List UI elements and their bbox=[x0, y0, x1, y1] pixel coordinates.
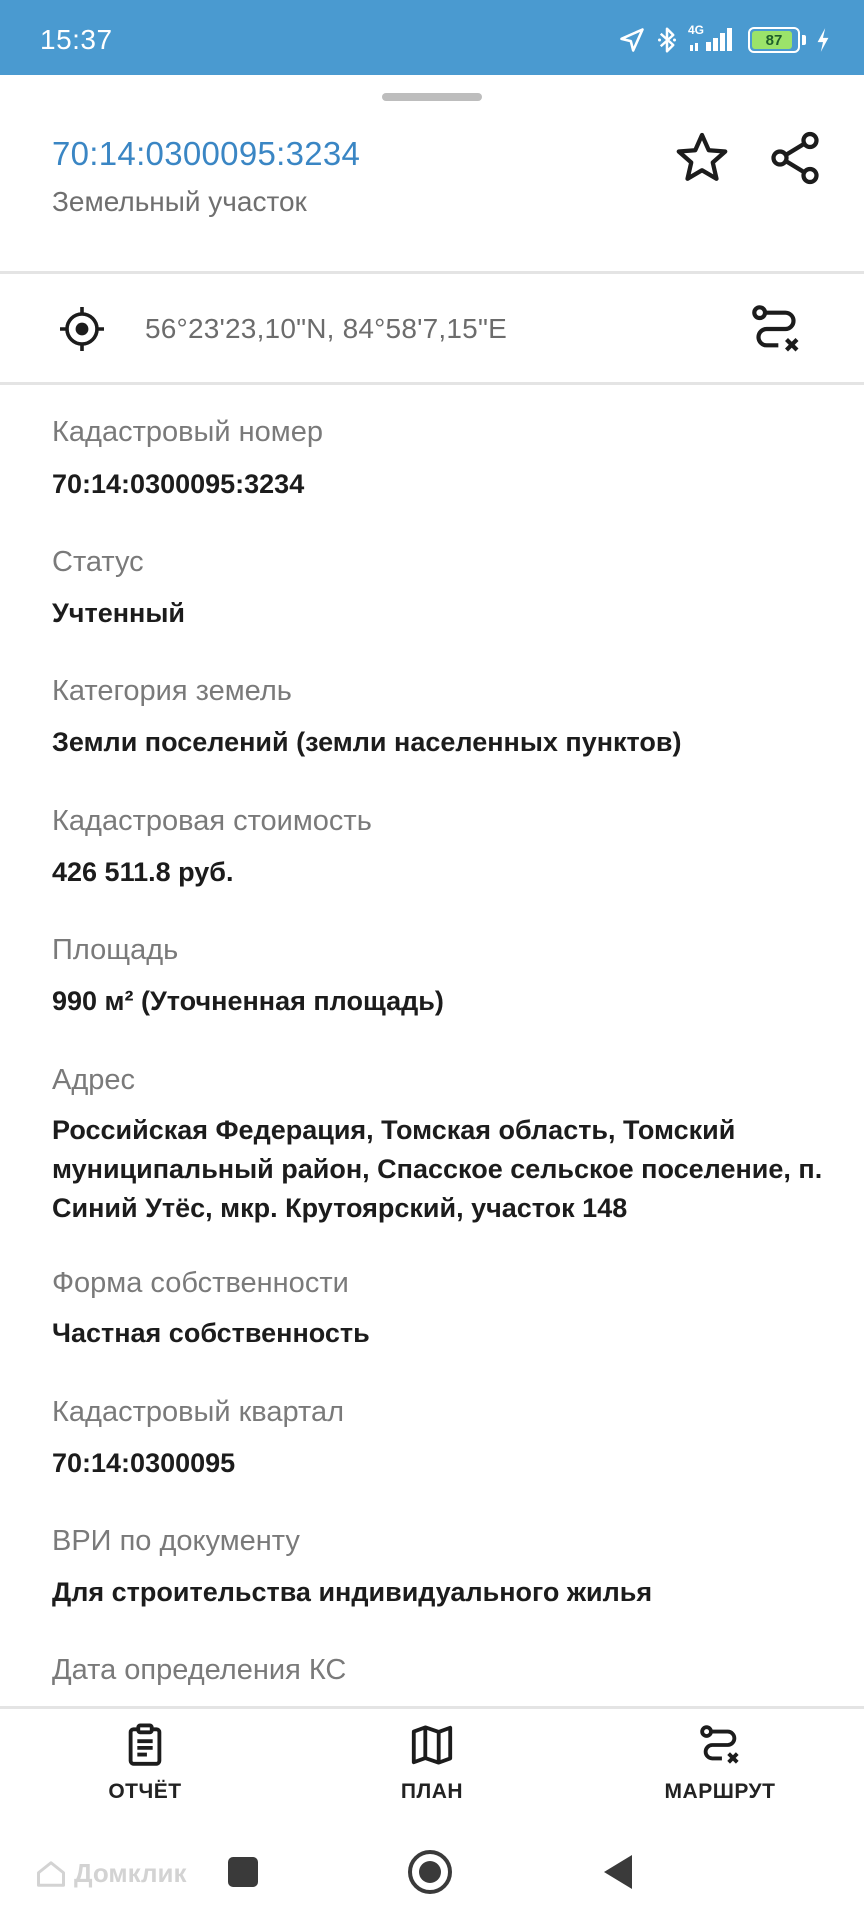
field-label: Адрес bbox=[52, 1064, 136, 1096]
share-button[interactable] bbox=[765, 128, 825, 188]
sheet-drag-handle[interactable] bbox=[382, 93, 482, 101]
watermark: Домклик bbox=[36, 1858, 186, 1889]
crosshair-icon bbox=[60, 307, 104, 351]
signal-icon: 4G bbox=[688, 23, 738, 55]
clipboard-icon bbox=[128, 1723, 162, 1766]
route-button[interactable] bbox=[748, 301, 804, 357]
route-toolbar-button[interactable]: МАРШРУТ bbox=[655, 1722, 785, 1817]
share-icon bbox=[771, 131, 819, 185]
field-label: Категория земель bbox=[52, 675, 292, 707]
plan-button[interactable]: ПЛАН bbox=[382, 1722, 482, 1817]
coordinates-text[interactable]: 56°23'23,10"N, 84°58'7,15"E bbox=[145, 313, 507, 345]
field-label: ВРИ по документу bbox=[52, 1525, 300, 1557]
recent-apps-button[interactable] bbox=[228, 1857, 258, 1887]
field-label: Кадастровая стоимость bbox=[52, 805, 372, 837]
field-value[interactable]: 70:14:0300095 bbox=[52, 1443, 852, 1483]
coordinates-divider bbox=[0, 382, 864, 385]
field-value: Учтенный bbox=[52, 598, 185, 628]
route-icon bbox=[752, 305, 799, 352]
status-time: 15:37 bbox=[40, 24, 113, 55]
field-label: Статус bbox=[52, 546, 144, 578]
field-label: Кадастровый номер bbox=[52, 416, 323, 448]
field-value: Для строительства индивидуального жилья bbox=[52, 1577, 653, 1607]
route-label: МАРШРУТ bbox=[664, 1780, 776, 1803]
status-bar: 15:37 4G 87 bbox=[0, 0, 864, 75]
field-label: Кадастровый квартал bbox=[52, 1396, 345, 1428]
field-value: Российская Федерация, Томская область, Т… bbox=[52, 1115, 823, 1223]
field-label: Площадь bbox=[52, 934, 179, 966]
field-label: Форма собственности bbox=[52, 1267, 349, 1299]
report-button[interactable]: ОТЧЁТ bbox=[95, 1722, 195, 1817]
field-value[interactable]: 70:14:0300095:3234 bbox=[52, 464, 852, 504]
locate-button[interactable] bbox=[58, 305, 106, 353]
toolbar-divider bbox=[0, 1706, 864, 1709]
bluetooth-icon bbox=[658, 27, 676, 53]
status-icons: 4G 87 bbox=[618, 23, 830, 55]
header-divider bbox=[0, 271, 864, 274]
favorite-button[interactable] bbox=[672, 128, 732, 188]
field-label: Дата определения КС bbox=[52, 1654, 347, 1686]
location-arrow-icon bbox=[620, 28, 644, 52]
star-icon bbox=[676, 132, 728, 181]
watermark-text: Домклик bbox=[74, 1858, 187, 1888]
field-value: 426 511.8 руб. bbox=[52, 857, 234, 887]
home-button[interactable] bbox=[408, 1850, 452, 1894]
field-value: Земли поселений (земли населенных пункто… bbox=[52, 727, 682, 757]
report-label: ОТЧЁТ bbox=[108, 1780, 182, 1803]
route-icon bbox=[700, 1725, 739, 1764]
battery-level: 87 bbox=[765, 31, 783, 49]
page-title: 70:14:0300095:3234 bbox=[52, 135, 361, 172]
field-value: 990 м² (Уточненная площадь) bbox=[52, 986, 444, 1016]
plan-label: ПЛАН bbox=[400, 1780, 464, 1803]
page-subtitle: Земельный участок bbox=[52, 186, 307, 217]
back-button[interactable] bbox=[602, 1853, 634, 1891]
battery-icon: 87 bbox=[748, 27, 800, 53]
map-icon bbox=[411, 1725, 453, 1765]
charging-icon bbox=[817, 28, 829, 52]
house-logo-icon bbox=[37, 1860, 65, 1887]
field-value: Частная собственность bbox=[52, 1318, 370, 1348]
